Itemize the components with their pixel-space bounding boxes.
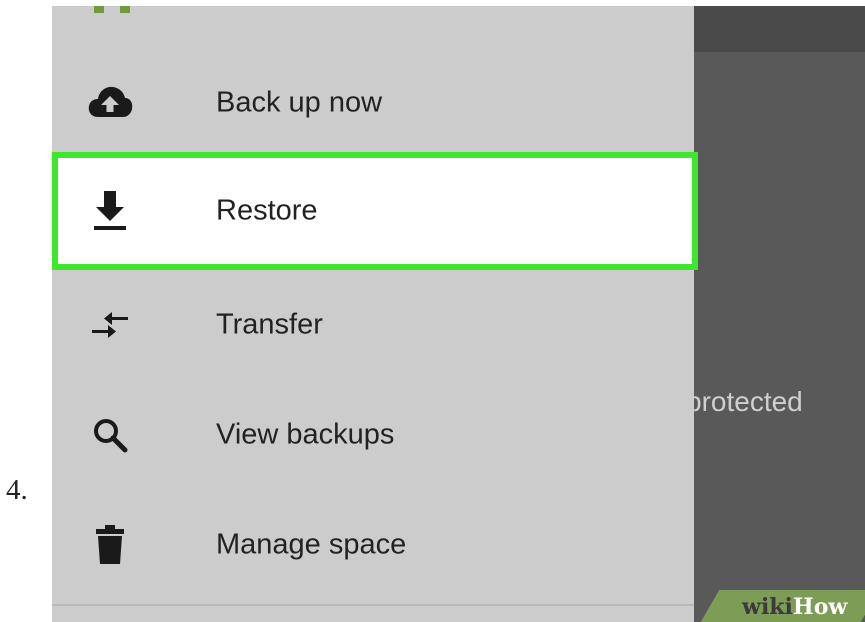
menu-item-label: Manage space — [216, 528, 407, 561]
menu-item-label: Transfer — [216, 308, 323, 341]
menu-item-view-backups[interactable]: View backups — [52, 380, 694, 490]
menu-item-transfer[interactable]: Transfer — [52, 270, 694, 380]
background-toolbar — [694, 6, 865, 52]
menu-item-manage-space[interactable]: Manage space — [52, 490, 694, 600]
background-status-text: protected — [686, 386, 803, 417]
app-screen: protected Back up now Restore Transfer V… — [52, 6, 865, 622]
menu-item-restore[interactable]: Restore — [52, 152, 698, 270]
search-icon — [86, 411, 134, 459]
watermark-how: How — [792, 594, 848, 620]
menu-item-label: Back up now — [216, 86, 383, 119]
menu-item-label: View backups — [216, 418, 395, 451]
step-number: 4. — [6, 474, 28, 506]
trash-icon — [86, 521, 134, 569]
wikihow-watermark: wikiHow — [742, 594, 847, 620]
menu-item-label: Restore — [216, 194, 318, 227]
transfer-arrows-icon — [86, 301, 134, 349]
drawer-header-icon — [94, 6, 132, 13]
download-icon — [86, 187, 134, 235]
menu-item-back-up-now[interactable]: Back up now — [52, 48, 694, 158]
cloud-upload-icon — [86, 79, 134, 127]
navigation-drawer: Back up now Restore Transfer View backup… — [52, 6, 698, 622]
watermark-wiki: wiki — [742, 594, 793, 620]
drawer-divider — [52, 604, 694, 606]
dimmed-background-panel[interactable]: protected — [686, 6, 865, 622]
